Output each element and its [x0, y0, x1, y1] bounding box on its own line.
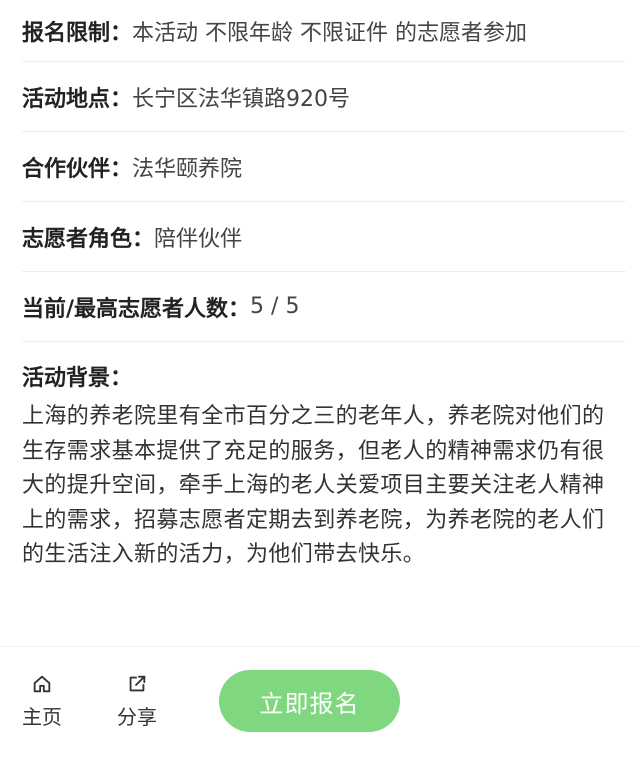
detail-value: 陪伴伙伴 [154, 226, 243, 252]
bottom-tab-bar: 主页 分享 立即报名 [0, 646, 640, 757]
detail-label: 当前/最高志愿者人数： [22, 296, 251, 322]
detail-label: 活动地点： [22, 86, 133, 112]
background-title: 活动背景： [22, 366, 133, 391]
tab-home-label: 主页 [22, 705, 62, 729]
signup-button[interactable]: 立即报名 [219, 670, 400, 732]
background-text: 上海的养老院里有全市百分之三的老年人，养老院对他们的生存需求基本提供了充足的服务… [22, 404, 605, 567]
detail-label: 合作伙伴： [22, 156, 133, 182]
tab-share[interactable]: 分享 [107, 673, 167, 730]
detail-value: 本活动 不限年龄 不限证件 的志愿者参加 [132, 20, 527, 46]
home-icon [33, 675, 51, 693]
detail-value: 5 / 5 [250, 294, 300, 319]
detail-row-registration-limit: 报名限制： 本活动 不限年龄 不限证件 的志愿者参加 [22, 0, 626, 62]
share-icon [129, 675, 146, 692]
tab-share-label: 分享 [117, 705, 157, 729]
detail-value: 法华颐养院 [132, 156, 243, 182]
detail-label: 志愿者角色： [22, 226, 155, 252]
detail-row-location: 活动地点： 长宁区法华镇路920号 [22, 62, 626, 132]
detail-value: 长宁区法华镇路920号 [132, 86, 351, 112]
detail-row-partner: 合作伙伴： 法华颐养院 [22, 132, 626, 202]
detail-label: 报名限制： [22, 20, 133, 46]
detail-row-volunteer-role: 志愿者角色： 陪伴伙伴 [22, 202, 626, 272]
detail-row-volunteer-count: 当前/最高志愿者人数： 5 / 5 [22, 272, 626, 342]
activity-details: 报名限制： 本活动 不限年龄 不限证件 的志愿者参加 活动地点： 长宁区法华镇路… [0, 0, 640, 573]
tab-home[interactable]: 主页 [12, 673, 72, 730]
